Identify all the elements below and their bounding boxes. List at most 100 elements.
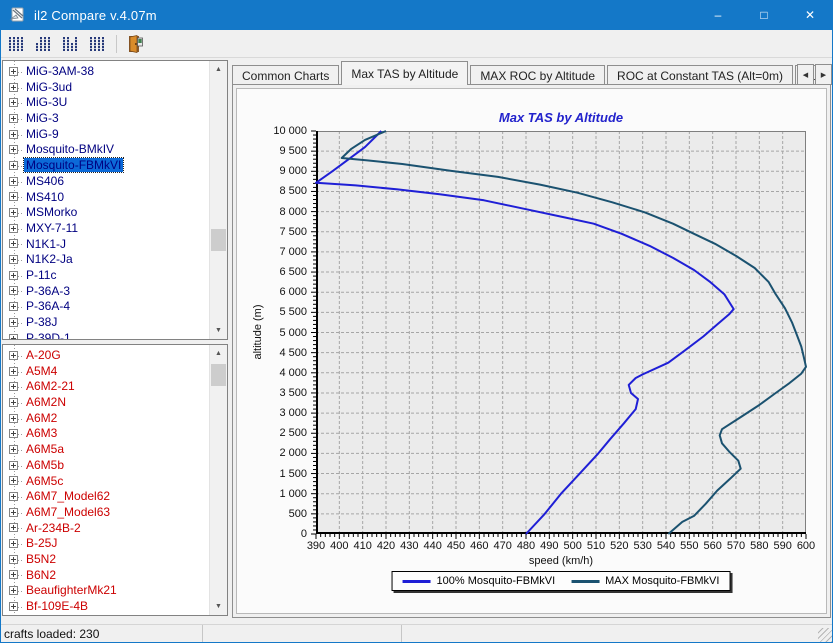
tree-item-a6m7-model62[interactable]: A6M7_Model62 — [3, 489, 210, 505]
scroll-down-icon[interactable]: ▼ — [210, 322, 227, 339]
expand-plus-icon[interactable] — [9, 192, 18, 201]
scroll-up-icon[interactable]: ▲ — [210, 61, 227, 78]
close-button[interactable]: ✕ — [787, 0, 833, 30]
tree-item-mig-3u[interactable]: MiG-3U — [3, 95, 210, 111]
expand-plus-icon[interactable] — [9, 367, 18, 376]
tree-item-ms406[interactable]: MS406 — [3, 174, 210, 190]
scrollbar-thumb[interactable] — [211, 229, 226, 251]
tree-item-a6m5a[interactable]: A6M5a — [3, 442, 210, 458]
resize-grip[interactable] — [818, 628, 832, 642]
expand-plus-icon[interactable] — [9, 302, 18, 311]
expand-plus-icon[interactable] — [9, 539, 18, 548]
scrollbar-top-list[interactable]: ▲ ▼ — [209, 61, 227, 339]
chart-title: Max TAS by Altitude — [499, 110, 623, 125]
expand-plus-icon[interactable] — [9, 398, 18, 407]
expand-plus-icon[interactable] — [9, 414, 18, 423]
tree-item-n1k1-j[interactable]: N1K1-J — [3, 237, 210, 253]
chart-layout-2-button[interactable] — [32, 34, 54, 54]
tree-item-p-11c[interactable]: P-11c — [3, 268, 210, 284]
expand-plus-icon[interactable] — [9, 177, 18, 186]
expand-plus-icon[interactable] — [9, 318, 18, 327]
tree-item-a6m3[interactable]: A6M3 — [3, 426, 210, 442]
tree-item-p-36a-4[interactable]: P-36A-4 — [3, 299, 210, 315]
tab-scroll-right-button[interactable]: ▶ — [815, 64, 832, 85]
expand-plus-icon[interactable] — [9, 492, 18, 501]
tree-item-label: A6M2 — [24, 411, 59, 425]
tree-item-a6m5b[interactable]: A6M5b — [3, 458, 210, 474]
expand-plus-icon[interactable] — [9, 586, 18, 595]
scroll-down-icon[interactable]: ▼ — [210, 598, 227, 615]
tree-item-mosquito-fbmkvi[interactable]: Mosquito-FBMkVI — [3, 158, 210, 174]
expand-plus-icon[interactable] — [9, 255, 18, 264]
tree-item-msmorko[interactable]: MSMorko — [3, 205, 210, 221]
tree-item-mxy-7-11[interactable]: MXY-7-11 — [3, 221, 210, 237]
tab-roc-at-constant-tas-alt-0m[interactable]: ROC at Constant TAS (Alt=0m) — [607, 65, 793, 85]
expand-plus-icon[interactable] — [9, 67, 18, 76]
expand-plus-icon[interactable] — [9, 382, 18, 391]
scroll-up-icon[interactable]: ▲ — [210, 345, 227, 362]
expand-plus-icon[interactable] — [9, 508, 18, 517]
tree-item-label: MiG-3ud — [24, 80, 74, 94]
tab-scroll-left-button[interactable]: ◀ — [797, 64, 814, 85]
expand-plus-icon[interactable] — [9, 445, 18, 454]
tree-item-beaufightermk21[interactable]: BeaufighterMk21 — [3, 583, 210, 599]
chart-layout-4-button[interactable] — [86, 34, 108, 54]
expand-plus-icon[interactable] — [9, 570, 18, 579]
tree-item-p-39d-1[interactable]: P-39D-1 — [3, 331, 210, 339]
tree-item-mig-3[interactable]: MiG-3 — [3, 111, 210, 127]
expand-plus-icon[interactable] — [9, 239, 18, 248]
expand-plus-icon[interactable] — [9, 83, 18, 92]
expand-plus-icon[interactable] — [9, 351, 18, 360]
minimize-button[interactable]: – — [695, 0, 741, 30]
chart-layout-3-button[interactable] — [59, 34, 81, 54]
expand-plus-icon[interactable] — [9, 130, 18, 139]
expand-plus-icon[interactable] — [9, 461, 18, 470]
expand-plus-icon[interactable] — [9, 161, 18, 170]
x-tick-label: 600 — [786, 540, 826, 552]
tree-item-a5m4[interactable]: A5M4 — [3, 364, 210, 380]
tree-item-a6m2n[interactable]: A6M2N — [3, 395, 210, 411]
expand-plus-icon[interactable] — [9, 145, 18, 154]
expand-plus-icon[interactable] — [9, 602, 18, 611]
y-tick-label: 7 000 — [237, 246, 307, 258]
chart-layout-1-button[interactable] — [5, 34, 27, 54]
scrollbar-bottom-list[interactable]: ▲ ▼ — [209, 345, 227, 615]
tree-item-a-20g[interactable]: A-20G — [3, 348, 210, 364]
scrollbar-thumb[interactable] — [211, 364, 226, 386]
tree-item-ms410[interactable]: MS410 — [3, 190, 210, 206]
tree-item-mig-3ud[interactable]: MiG-3ud — [3, 80, 210, 96]
tree-item-b-25j[interactable]: B-25J — [3, 536, 210, 552]
expand-plus-icon[interactable] — [9, 334, 18, 339]
tree-item-label: P-36A-3 — [24, 284, 72, 298]
tree-item-a6m2[interactable]: A6M2 — [3, 411, 210, 427]
expand-plus-icon[interactable] — [9, 114, 18, 123]
tree-item-p-36a-3[interactable]: P-36A-3 — [3, 284, 210, 300]
tab-common-charts[interactable]: Common Charts — [232, 65, 339, 85]
bars-icon — [90, 37, 105, 51]
tree-item-a6m7-model63[interactable]: A6M7_Model63 — [3, 505, 210, 521]
expand-plus-icon[interactable] — [9, 476, 18, 485]
tree-item-p-38j[interactable]: P-38J — [3, 315, 210, 331]
tree-item-a6m2-21[interactable]: A6M2-21 — [3, 379, 210, 395]
expand-plus-icon[interactable] — [9, 523, 18, 532]
expand-plus-icon[interactable] — [9, 98, 18, 107]
tree-item-b5n2[interactable]: B5N2 — [3, 552, 210, 568]
tab-max-tas-by-altitude[interactable]: Max TAS by Altitude — [341, 61, 468, 85]
tab-max-roc-by-altitude[interactable]: MAX ROC by Altitude — [470, 65, 605, 85]
tree-item-mig-3am-38[interactable]: MiG-3AM-38 — [3, 64, 210, 80]
expand-plus-icon[interactable] — [9, 555, 18, 564]
tree-item-n1k2-ja[interactable]: N1K2-Ja — [3, 252, 210, 268]
tree-item-b6n2[interactable]: B6N2 — [3, 568, 210, 584]
tree-item-bf-109e-4b[interactable]: Bf-109E-4B — [3, 599, 210, 615]
tree-item-a6m5c[interactable]: A6M5c — [3, 474, 210, 490]
maximize-button[interactable]: □ — [741, 0, 787, 30]
expand-plus-icon[interactable] — [9, 286, 18, 295]
tree-item-mosquito-bmkiv[interactable]: Mosquito-BMkIV — [3, 142, 210, 158]
tree-item-ar-234b-2[interactable]: Ar-234B-2 — [3, 521, 210, 537]
expand-plus-icon[interactable] — [9, 271, 18, 280]
expand-plus-icon[interactable] — [9, 224, 18, 233]
tree-item-mig-9[interactable]: MiG-9 — [3, 127, 210, 143]
expand-plus-icon[interactable] — [9, 208, 18, 217]
expand-plus-icon[interactable] — [9, 429, 18, 438]
exit-button[interactable] — [123, 33, 147, 55]
